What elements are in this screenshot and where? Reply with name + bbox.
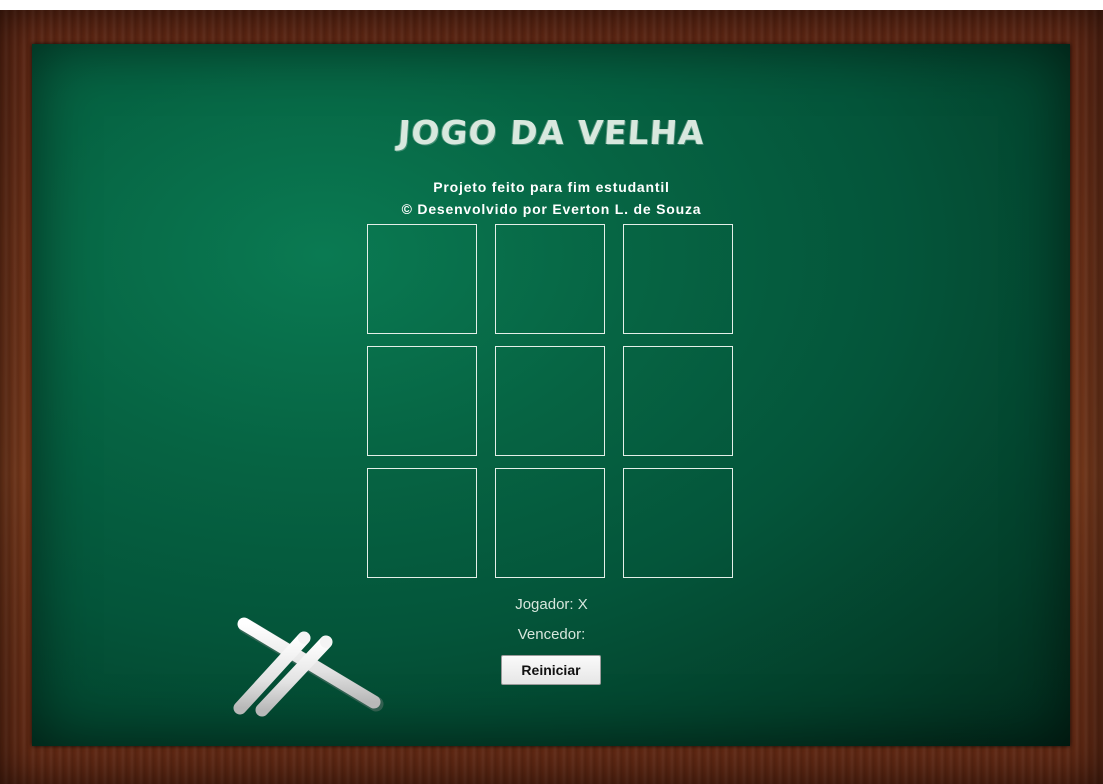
grid-cell[interactable] (367, 224, 477, 334)
grid-cell[interactable] (623, 346, 733, 456)
restart-button[interactable]: Reiniciar (501, 655, 601, 685)
grid-cell[interactable] (623, 468, 733, 578)
grid-cell[interactable] (367, 468, 477, 578)
winner-label: Vencedor: (517, 626, 586, 643)
grid-cell[interactable] (495, 468, 605, 578)
current-player-label: Jogador: X (515, 596, 588, 613)
grid-cell[interactable] (495, 346, 605, 456)
grid-cell[interactable] (495, 224, 605, 334)
grid-cell[interactable] (623, 224, 733, 334)
subtitle-author: © Desenvolvido por Everton L. de Souza (401, 201, 702, 217)
chalk-sticks-icon (228, 612, 388, 722)
grid-cell[interactable] (367, 346, 477, 456)
tic-tac-toe-grid (367, 224, 735, 580)
game-title: JOGO DA VELHA (396, 113, 707, 152)
subtitle-project: Projeto feito para fim estudantil (433, 179, 670, 195)
